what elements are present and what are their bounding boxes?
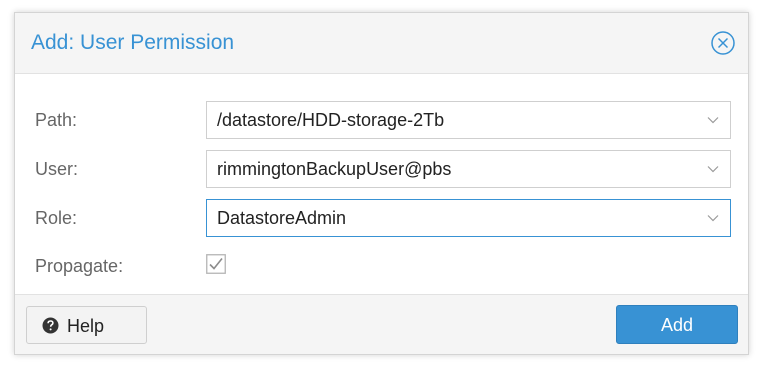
help-button[interactable]: Help — [26, 306, 147, 344]
role-label: Role: — [35, 208, 78, 228]
role-row: Role: DatastoreAdmin — [15, 199, 748, 237]
help-button-label: Help — [67, 316, 105, 336]
chevron-down-icon[interactable] — [706, 211, 720, 225]
user-combobox[interactable]: rimmingtonBackupUser@pbs — [206, 150, 731, 188]
path-label: Path: — [35, 110, 78, 130]
add-button[interactable]: Add — [616, 305, 738, 344]
close-icon[interactable] — [710, 30, 736, 56]
chevron-down-icon[interactable] — [706, 113, 720, 127]
propagate-label: Propagate: — [35, 256, 124, 276]
permission-form: Path: /datastore/HDD-storage-2Tb User: r… — [15, 74, 748, 296]
question-circle-icon — [42, 317, 59, 334]
user-row: User: rimmingtonBackupUser@pbs — [15, 150, 748, 188]
propagate-row: Propagate: — [15, 247, 748, 285]
add-button-label: Add — [660, 315, 694, 335]
add-user-permission-dialog: Add: User Permission Path: /datastore/HD… — [14, 12, 749, 355]
dialog-footer: Help Add — [15, 294, 748, 354]
chevron-down-icon[interactable] — [706, 162, 720, 176]
dialog-title: Add: User Permission — [31, 31, 235, 54]
path-combobox[interactable]: /datastore/HDD-storage-2Tb — [206, 101, 731, 139]
propagate-checkbox[interactable] — [206, 254, 226, 274]
path-row: Path: /datastore/HDD-storage-2Tb — [15, 101, 748, 139]
path-value: /datastore/HDD-storage-2Tb — [217, 110, 445, 130]
user-value: rimmingtonBackupUser@pbs — [217, 159, 452, 179]
user-label: User: — [35, 159, 79, 179]
role-combobox[interactable]: DatastoreAdmin — [206, 199, 731, 237]
dialog-header: Add: User Permission — [15, 13, 748, 74]
role-value: DatastoreAdmin — [217, 208, 347, 228]
